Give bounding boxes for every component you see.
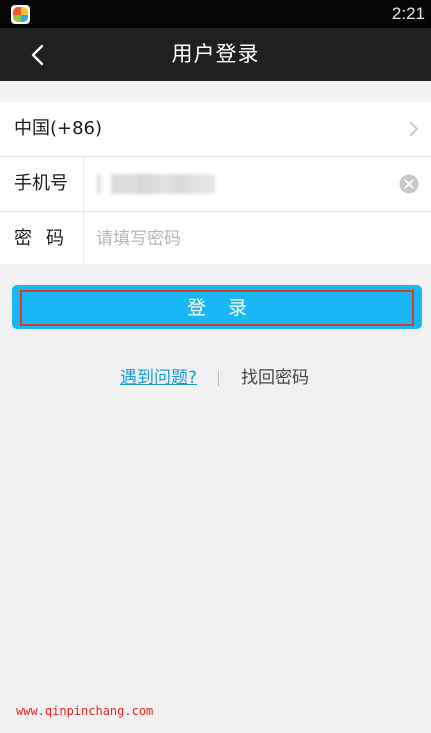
password-input[interactable] (96, 226, 396, 252)
login-screen: 2:21 用户登录 中国(+86) 手机号 密码 登录 遇到问题? 找回密码 w… (0, 0, 431, 733)
field-divider (83, 157, 84, 211)
phone-row: 手机号 (0, 157, 431, 211)
app-logo-icon (11, 5, 30, 24)
login-button-label: 登录 (186, 297, 269, 319)
login-form: 中国(+86) 手机号 密码 (0, 102, 431, 266)
chevron-right-icon (410, 122, 418, 136)
link-separator (218, 371, 219, 386)
field-divider (83, 212, 84, 266)
country-selector[interactable]: 中国(+86) (0, 102, 431, 156)
login-button[interactable]: 登录 (12, 285, 422, 329)
phone-input[interactable] (97, 174, 215, 194)
clear-circle-icon[interactable] (399, 174, 419, 194)
problem-link[interactable]: 遇到问题? (120, 367, 197, 389)
recover-password-link[interactable]: 找回密码 (241, 367, 309, 389)
help-links: 遇到问题? 找回密码 (0, 367, 431, 391)
status-bar: 2:21 (0, 0, 431, 28)
password-row: 密码 (0, 212, 431, 266)
page-title: 用户登录 (171, 42, 260, 66)
watermark-text: www.qinpinchang.com (16, 704, 154, 718)
country-code-label: 中国(+86) (14, 118, 103, 139)
navigation-bar: 用户登录 (0, 28, 431, 81)
phone-label: 手机号 (14, 173, 68, 194)
status-time: 2:21 (391, 4, 425, 23)
password-label: 密码 (14, 228, 78, 249)
